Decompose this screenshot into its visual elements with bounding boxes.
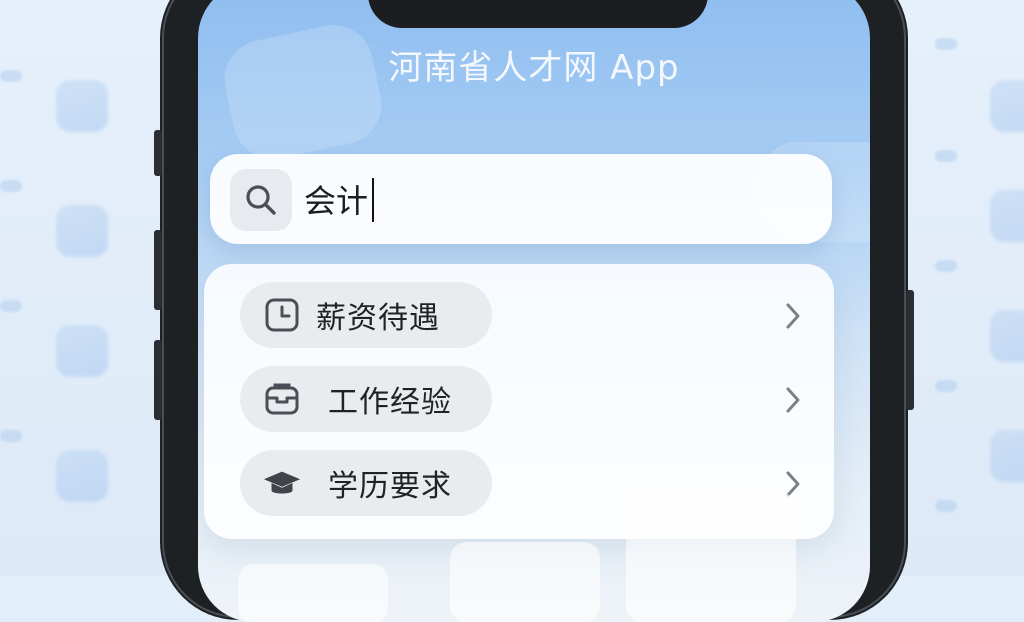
background-card (626, 492, 796, 622)
suggestion-label: 工作经验 (328, 385, 452, 420)
suggestion-chip-salary[interactable]: 薪资待遇 (240, 282, 492, 348)
app-title: 河南省人才网 App (388, 48, 680, 88)
suggestion-row[interactable]: 工作经验 (240, 366, 810, 434)
volume-button (154, 130, 162, 176)
wallpaper-app-icon (56, 450, 108, 502)
suggestion-chip-experience[interactable]: 工作经验 (240, 366, 492, 432)
volume-button (154, 340, 162, 420)
search-icon[interactable] (230, 169, 292, 231)
wallpaper-app-icon (990, 430, 1024, 482)
wallpaper-dot (935, 150, 957, 162)
wallpaper-dot (0, 180, 22, 192)
volume-button (154, 230, 162, 310)
wallpaper-app-icon (56, 80, 108, 132)
power-button (906, 290, 914, 410)
text-caret (372, 178, 374, 222)
suggestion-row[interactable]: 薪资待遇 (240, 282, 810, 350)
wallpaper-dot (935, 380, 957, 392)
wallpaper-app-icon (56, 205, 108, 257)
wallpaper-dot (935, 500, 957, 512)
suggestion-chip-education[interactable]: 学历要求 (240, 450, 492, 516)
wallpaper-dot (0, 430, 22, 442)
wallpaper-app-icon (990, 310, 1024, 362)
wallpaper-app-icon (990, 190, 1024, 242)
graduation-cap-icon (262, 463, 302, 503)
wallpaper-app-icon (990, 80, 1024, 132)
wallpaper-dot (0, 70, 22, 82)
search-bar[interactable] (210, 154, 832, 244)
background-card (450, 542, 600, 622)
suggestion-label: 学历要求 (328, 469, 452, 504)
wallpaper-dot (935, 38, 957, 50)
clock-icon (262, 295, 302, 335)
chevron-right-icon[interactable] (776, 299, 810, 333)
phone-frame: 河南省人才网 App 会计 薪资待遇 工作经验 学历要求 (154, 0, 914, 622)
chevron-right-icon[interactable] (776, 383, 810, 417)
wallpaper-app-icon (56, 325, 108, 377)
phone-screen: 河南省人才网 App 会计 薪资待遇 工作经验 学历要求 (198, 0, 870, 622)
background-card (238, 564, 388, 622)
briefcase-icon (262, 379, 302, 419)
notch (368, 0, 708, 28)
wallpaper-dot (0, 300, 22, 312)
suggestion-label: 薪资待遇 (316, 301, 440, 336)
wallpaper-dot (935, 260, 957, 272)
search-input[interactable] (304, 172, 804, 226)
